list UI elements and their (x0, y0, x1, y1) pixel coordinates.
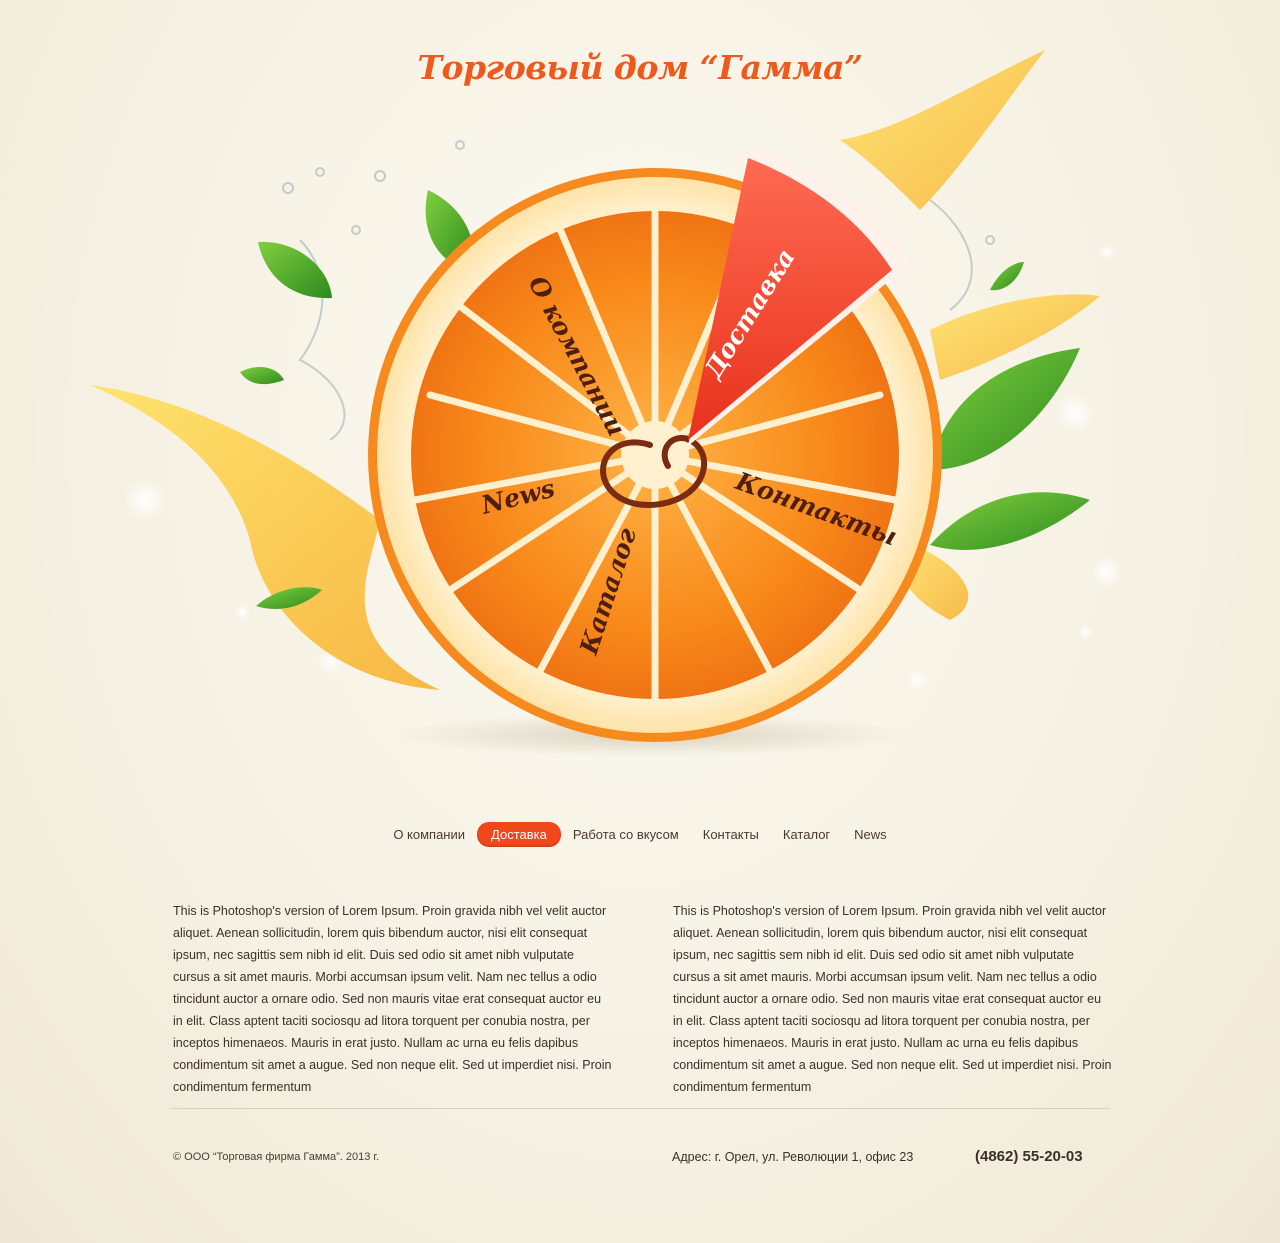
content-left-text: This is Photoshop's version of Lorem Ips… (173, 904, 612, 1094)
nav-item-taste[interactable]: Работа со вкусом (561, 823, 691, 846)
hero-orange-wheel: О компании Доставка Контакты Каталог New… (90, 50, 1122, 757)
nav-item-delivery[interactable]: Доставка (477, 822, 561, 847)
nav-item-contacts[interactable]: Контакты (691, 823, 771, 846)
nav-item-about[interactable]: О компании (381, 823, 477, 846)
main-nav: О компании Доставка Работа со вкусом Кон… (0, 822, 1280, 847)
nav-item-catalog[interactable]: Каталог (771, 823, 842, 846)
footer-address: Адрес: г. Орел, ул. Революции 1, офис 23 (672, 1150, 914, 1164)
footer-phone: (4862) 55-20-03 (975, 1148, 1083, 1165)
footer-copyright: © ООО “Торговая фирма Гамма”. 2013 г. (173, 1151, 380, 1163)
nav-item-news[interactable]: News (842, 823, 899, 846)
content-right-text: This is Photoshop's version of Lorem Ips… (673, 904, 1112, 1094)
footer-divider (171, 1108, 1110, 1109)
